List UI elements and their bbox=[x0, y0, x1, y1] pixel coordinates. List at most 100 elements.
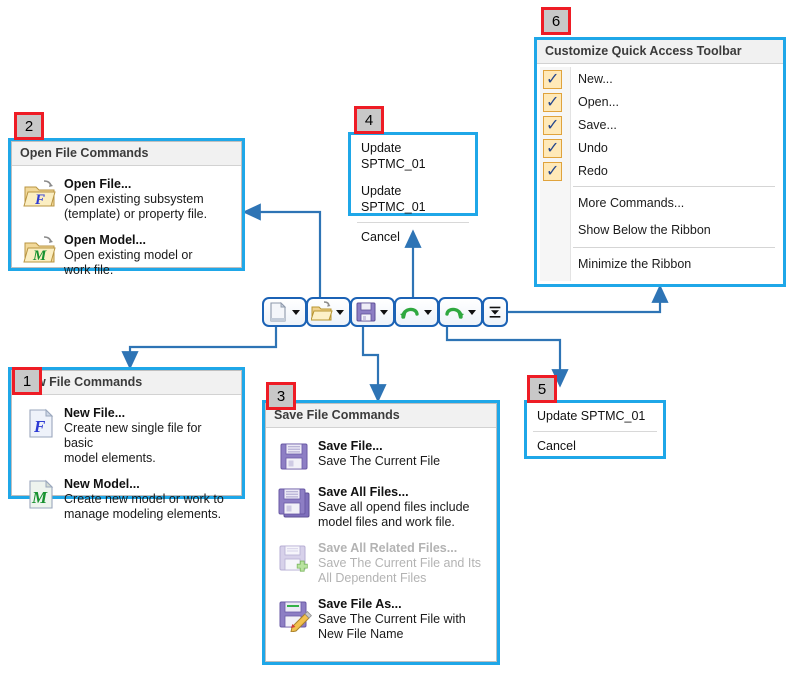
undo-history-item-1[interactable]: Update SPTMC_01 bbox=[351, 135, 475, 178]
redo-cancel-item[interactable]: Cancel bbox=[527, 433, 663, 460]
undo-history-panel[interactable]: Update SPTMC_01 Update SPTMC_01 Cancel bbox=[348, 132, 478, 244]
chevron-down-icon[interactable] bbox=[292, 309, 300, 315]
checkbox-checked-icon[interactable] bbox=[543, 69, 562, 89]
menu-item-save-all-related-files[interactable]: Save All Related Files... Save The Curre… bbox=[272, 536, 492, 592]
callout-2: 2 bbox=[14, 112, 44, 140]
customize-qat-minimize-ribbon[interactable]: Minimize the Ribbon bbox=[537, 251, 783, 278]
open-panel-body: F Open File... Open existing subsystem (… bbox=[12, 166, 241, 290]
undo-cancel-item[interactable]: Cancel bbox=[351, 224, 475, 251]
checkbox-checked-icon[interactable] bbox=[543, 161, 562, 181]
menu-item-open-model[interactable]: M Open Model... Open existing model or w… bbox=[18, 228, 237, 284]
save-all-files-title: Save All Files... bbox=[318, 485, 409, 499]
qat-save-button[interactable] bbox=[350, 297, 395, 327]
connector-open-to-panel2 bbox=[242, 203, 322, 303]
customize-qat-item-redo[interactable]: Redo bbox=[537, 160, 783, 183]
new-file-desc-line2: model elements. bbox=[64, 451, 156, 465]
save-file-as-desc-line1: Save The Current File with bbox=[318, 612, 466, 626]
menu-item-open-file[interactable]: F Open File... Open existing subsystem (… bbox=[18, 172, 237, 228]
customize-qat-more-commands[interactable]: More Commands... bbox=[537, 190, 783, 217]
callout-1-number: 1 bbox=[22, 372, 32, 390]
save-file-text: Save File... Save The Current File bbox=[318, 438, 488, 469]
svg-text:F: F bbox=[33, 417, 46, 436]
qat-open-button[interactable] bbox=[306, 297, 351, 327]
save-all-related-files-title: Save All Related Files... bbox=[318, 541, 458, 555]
callout-3-number: 3 bbox=[276, 387, 286, 405]
open-model-desc-line2: work file. bbox=[64, 263, 114, 277]
save-all-related-floppy-icon bbox=[276, 540, 312, 576]
qat-redo-button[interactable] bbox=[438, 297, 483, 327]
customize-qat-item-new-label: New... bbox=[578, 72, 613, 86]
new-file-icon bbox=[267, 301, 289, 323]
customize-qat-item-new[interactable]: New... bbox=[537, 68, 783, 91]
callout-5-number: 5 bbox=[537, 380, 547, 398]
save-file-as-text: Save File As... Save The Current File wi… bbox=[318, 596, 488, 642]
new-panel-body: F New File... Create new single file for… bbox=[12, 395, 241, 534]
customize-qat-item-open[interactable]: Open... bbox=[537, 91, 783, 114]
callout-1: 1 bbox=[12, 367, 42, 395]
open-file-title: Open File... bbox=[64, 177, 132, 191]
redo-history-item-1[interactable]: Update SPTMC_01 bbox=[527, 403, 663, 430]
qat-customize-button[interactable] bbox=[482, 297, 508, 327]
new-model-m-icon: M bbox=[22, 476, 58, 512]
chevron-down-icon[interactable] bbox=[424, 309, 432, 315]
save-all-related-files-text: Save All Related Files... Save The Curre… bbox=[318, 540, 488, 586]
customize-qat-show-below-ribbon[interactable]: Show Below the Ribbon bbox=[537, 217, 783, 244]
new-file-commands-panel[interactable]: New File Commands F New File... Create n… bbox=[8, 367, 245, 521]
open-file-desc-line2: (template) or property file. bbox=[64, 207, 208, 221]
connector-customize-to-panel6 bbox=[488, 284, 669, 314]
open-model-text: Open Model... Open existing model or wor… bbox=[64, 232, 233, 278]
qat-new-button[interactable] bbox=[262, 297, 307, 327]
save-all-related-files-desc-line2: All Dependent Files bbox=[318, 571, 427, 585]
save-all-files-text: Save All Files... Save all opend files i… bbox=[318, 484, 488, 530]
redo-panel-inner: Update SPTMC_01 Cancel bbox=[527, 403, 663, 456]
redo-menu-separator bbox=[533, 431, 657, 432]
new-file-f-icon: F bbox=[22, 405, 58, 441]
callout-2-number: 2 bbox=[24, 117, 34, 135]
checkbox-checked-icon[interactable] bbox=[543, 115, 562, 135]
checkbox-checked-icon[interactable] bbox=[543, 138, 562, 158]
save-all-files-desc-line2: model files and work file. bbox=[318, 515, 455, 529]
open-panel-title: Open File Commands bbox=[12, 142, 241, 166]
open-file-desc-line1: Open existing subsystem bbox=[64, 192, 204, 206]
open-file-commands-panel[interactable]: Open File Commands F Open File... Open e… bbox=[8, 138, 245, 277]
save-all-related-files-desc-line1: Save The Current File and Its bbox=[318, 556, 482, 570]
menu-item-save-file[interactable]: Save File... Save The Current File bbox=[272, 434, 492, 480]
customize-qat-list: New... Open... Save... Undo Redo bbox=[537, 64, 783, 278]
new-model-desc-line2: manage modeling elements. bbox=[64, 507, 222, 521]
save-file-title: Save File... bbox=[318, 439, 383, 453]
menu-item-save-file-as[interactable]: Save File As... Save The Current File wi… bbox=[272, 592, 492, 648]
save-file-desc-line1: Save The Current File bbox=[318, 454, 441, 468]
open-model-title: Open Model... bbox=[64, 233, 146, 247]
open-panel-inner: Open File Commands F Open File... Open e… bbox=[11, 141, 242, 277]
chevron-down-icon[interactable] bbox=[468, 309, 476, 315]
save-all-files-desc-line1: Save all opend files include bbox=[318, 500, 470, 514]
save-file-commands-panel[interactable]: Save File Commands Save File... Save The… bbox=[262, 400, 500, 665]
callout-3: 3 bbox=[266, 382, 296, 410]
redo-history-panel[interactable]: Update SPTMC_01 Cancel bbox=[524, 400, 666, 459]
open-model-desc-line1: Open existing model or bbox=[64, 248, 193, 262]
open-file-text: Open File... Open existing subsystem (te… bbox=[64, 176, 233, 222]
customize-qat-item-undo[interactable]: Undo bbox=[537, 137, 783, 160]
menu-item-new-model[interactable]: M New Model... Create new model or work … bbox=[18, 472, 237, 528]
quick-access-toolbar[interactable] bbox=[262, 297, 508, 327]
svg-text:M: M bbox=[31, 488, 48, 507]
callout-4-number: 4 bbox=[364, 111, 374, 129]
customize-qat-panel[interactable]: Customize Quick Access Toolbar New... Op… bbox=[534, 37, 786, 287]
svg-text:F: F bbox=[34, 192, 45, 208]
undo-history-item-2[interactable]: Update SPTMC_01 bbox=[351, 178, 475, 221]
customize-qat-item-open-label: Open... bbox=[578, 95, 619, 109]
save-floppy-icon bbox=[355, 301, 377, 323]
save-all-floppy-icon bbox=[276, 484, 312, 520]
menu-item-new-file[interactable]: F New File... Create new single file for… bbox=[18, 401, 237, 472]
new-model-text: New Model... Create new model or work to… bbox=[64, 476, 233, 522]
new-panel-inner: New File Commands F New File... Create n… bbox=[11, 370, 242, 521]
new-file-text: New File... Create new single file for b… bbox=[64, 405, 233, 466]
connector-new-to-panel1 bbox=[121, 312, 278, 370]
customize-qat-item-save[interactable]: Save... bbox=[537, 114, 783, 137]
checkbox-checked-icon[interactable] bbox=[543, 92, 562, 112]
menu-item-save-all-files[interactable]: Save All Files... Save all opend files i… bbox=[272, 480, 492, 536]
callout-6: 6 bbox=[541, 7, 571, 35]
qat-undo-button[interactable] bbox=[394, 297, 439, 327]
chevron-down-icon[interactable] bbox=[336, 309, 344, 315]
chevron-down-icon[interactable] bbox=[380, 309, 388, 315]
